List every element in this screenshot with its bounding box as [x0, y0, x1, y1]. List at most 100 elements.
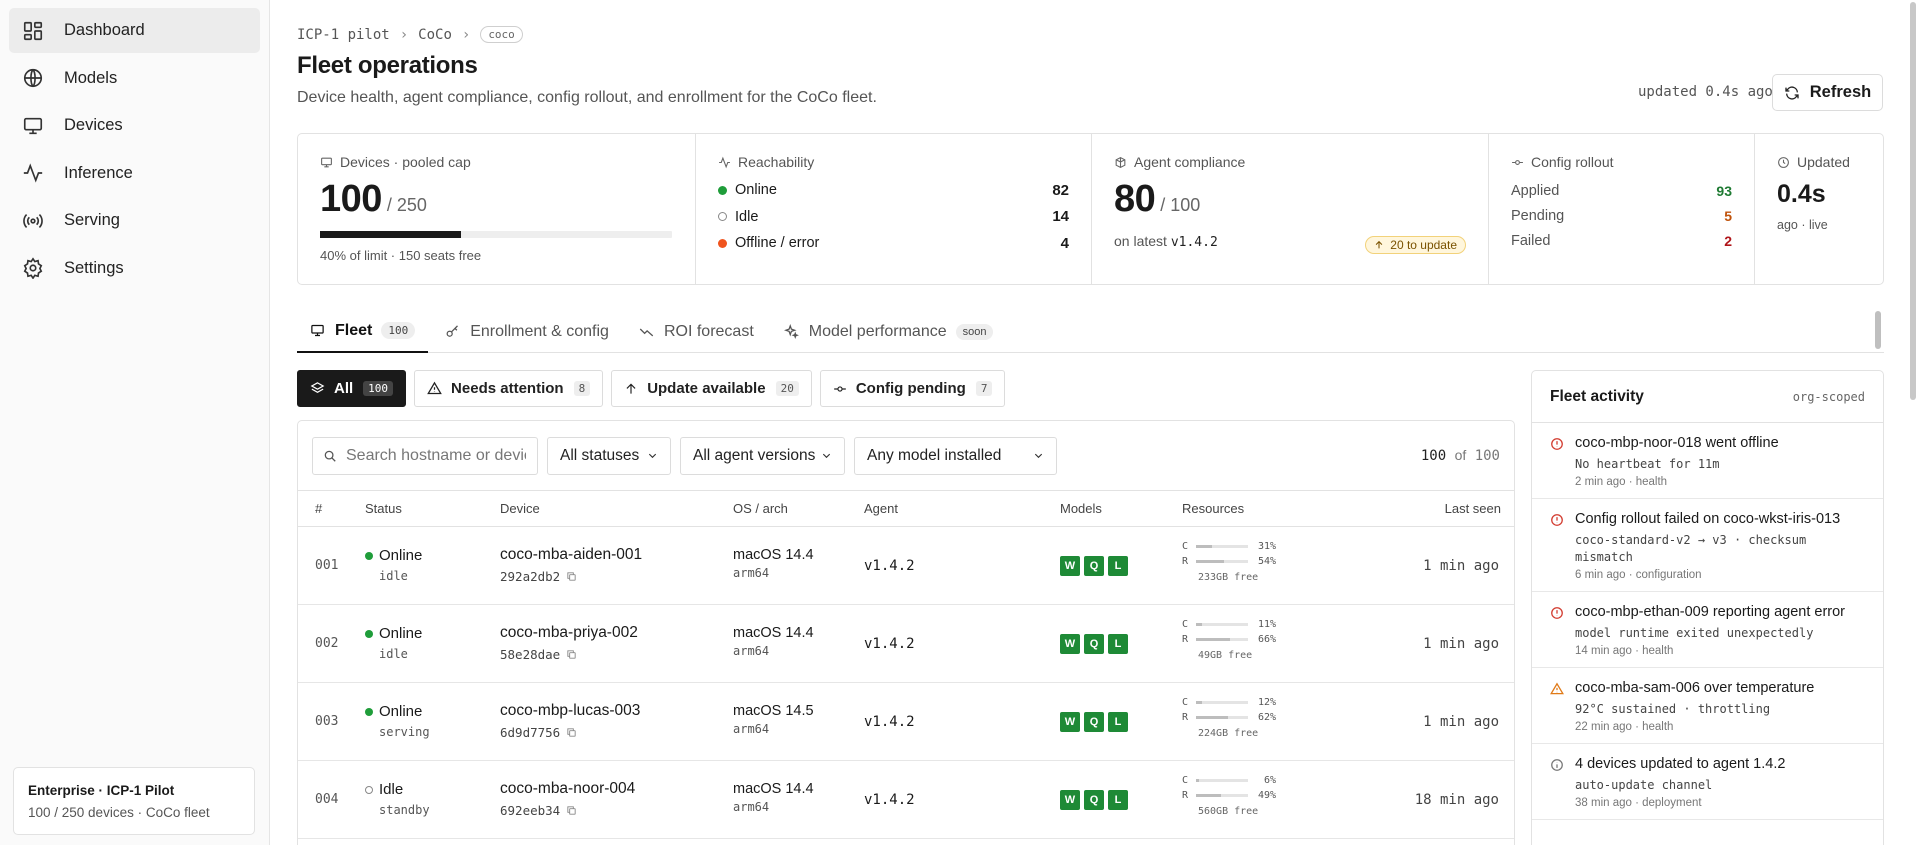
column-header-os[interactable]: OS / arch: [733, 501, 788, 516]
status-dot: [718, 185, 727, 195]
model-badge[interactable]: L: [1108, 712, 1128, 732]
reachability-row-offline: Offline / error 4: [718, 230, 1069, 257]
sidebar-item-dashboard[interactable]: Dashboard: [9, 8, 260, 53]
row-status: Online serving: [365, 703, 430, 739]
activity-meta: 2 min ago · health: [1575, 476, 1668, 488]
model-badge[interactable]: Q: [1084, 556, 1104, 576]
key-icon: [446, 325, 459, 337]
table-row[interactable]: 004 Idle standby coco-mba-noor-004 692ee…: [298, 761, 1514, 839]
column-header-device[interactable]: Device: [500, 501, 540, 516]
activity-item[interactable]: 4 devices updated to agent 1.4.2 auto-up…: [1532, 744, 1883, 820]
status-dot: [718, 238, 727, 248]
refresh-icon: [1785, 85, 1799, 100]
stat-devices-label: Devices · pooled cap: [340, 154, 471, 170]
sidebar-item-inference[interactable]: Inference: [9, 151, 260, 196]
alert-circle-icon: [1551, 438, 1563, 450]
filter-needs-attention[interactable]: Needs attention 8: [414, 370, 604, 407]
sidebar-item-label: Dashboard: [64, 21, 145, 39]
model-select[interactable]: Any model installed: [854, 436, 1057, 475]
update-count-badge[interactable]: 20 to update: [1365, 236, 1466, 254]
stat-devices-cap: / 250: [386, 195, 427, 215]
model-badge[interactable]: L: [1108, 790, 1128, 810]
ram-bar-fill: [1196, 638, 1231, 641]
device-hostname[interactable]: coco-mba-noor-004: [500, 780, 635, 798]
activity-item[interactable]: coco-mbp-ethan-009 reporting agent error…: [1532, 592, 1883, 668]
stat-reachability: Reachability Online 82 Idle 14 Offline /…: [696, 134, 1092, 284]
filter-config-pending[interactable]: Config pending 7: [819, 370, 1006, 407]
tab-roi-forecast[interactable]: ROI forecast: [626, 310, 767, 353]
sidebar-item-models[interactable]: Models: [9, 56, 260, 101]
activity-icon: [1550, 758, 1564, 809]
activity-item[interactable]: Config rollout failed on coco-wkst-iris-…: [1532, 499, 1883, 592]
copy-icon[interactable]: [566, 805, 577, 816]
sidebar-item-settings[interactable]: Settings: [9, 246, 260, 291]
reachability-label: Offline / error: [735, 235, 820, 252]
filter-count: 8: [573, 381, 591, 396]
column-header-status[interactable]: Status: [365, 501, 402, 516]
model-badge[interactable]: Q: [1084, 634, 1104, 654]
filter-bar: All 100 Needs attention 8 Update availab…: [297, 370, 1006, 407]
model-badge[interactable]: W: [1060, 634, 1080, 654]
device-id: 292a2db2: [500, 569, 561, 584]
reachability-list: Online 82 Idle 14 Offline / error 4: [718, 177, 1069, 257]
search-box: [312, 436, 538, 475]
sidebar-item-devices[interactable]: Devices: [9, 103, 260, 148]
status-select[interactable]: All statuses: [547, 436, 671, 475]
cpu-bar-fill: [1196, 623, 1202, 626]
model-badge[interactable]: W: [1060, 712, 1080, 732]
cpu-bar-fill: [1196, 779, 1200, 782]
model-badge[interactable]: Q: [1084, 790, 1104, 810]
copy-icon[interactable]: [566, 727, 577, 738]
column-header-models[interactable]: Models: [1060, 501, 1102, 516]
stat-rollout-label: Config rollout: [1531, 154, 1614, 170]
filter-update-available[interactable]: Update available 20: [611, 370, 812, 407]
device-hostname[interactable]: coco-mba-priya-002: [500, 624, 638, 642]
arrow-up-icon: [626, 383, 636, 394]
cpu-usage: C 31%: [1182, 539, 1276, 554]
reachability-row-idle: Idle 14: [718, 204, 1069, 231]
os-version: macOS 14.4: [733, 625, 814, 641]
copy-icon[interactable]: [566, 649, 577, 660]
page-scrollbar[interactable]: [1908, 0, 1918, 845]
info-icon: [1551, 759, 1563, 771]
model-badge[interactable]: Q: [1084, 712, 1104, 732]
table-row[interactable]: 002 Online idle coco-mba-priya-002 58e28…: [298, 605, 1514, 683]
stat-updated: Updated 0.4s ago · live: [1755, 134, 1883, 284]
model-badge[interactable]: W: [1060, 790, 1080, 810]
tab-model-performance[interactable]: Model performance soon: [771, 310, 1007, 353]
table-header: # Status Device OS / arch Agent Models R…: [298, 491, 1514, 527]
plan-card[interactable]: Enterprise · ICP-1 Pilot 100 / 250 devic…: [13, 767, 255, 835]
model-badge[interactable]: W: [1060, 556, 1080, 576]
column-header-agent[interactable]: Agent: [864, 501, 898, 516]
column-header-last-seen[interactable]: Last seen: [1445, 501, 1501, 516]
ram-bar: [1196, 794, 1248, 797]
page-scrollbar-thumb[interactable]: [1910, 2, 1916, 400]
sidebar-item-serving[interactable]: Serving: [9, 198, 260, 243]
search-input[interactable]: [346, 446, 526, 465]
copy-icon[interactable]: [566, 571, 577, 582]
stats-panel: Devices · pooled cap 100 / 250 40% of li…: [297, 133, 1884, 285]
row-os: macOS 14.4 arm64: [733, 625, 814, 658]
model-badge[interactable]: L: [1108, 556, 1128, 576]
device-id-line: 6d9d7756: [500, 725, 640, 740]
agent-version-select[interactable]: All agent versions: [680, 436, 845, 475]
row-number: 002: [315, 636, 339, 651]
tabs-scrollbar[interactable]: [1875, 311, 1881, 349]
column-header-num[interactable]: #: [315, 501, 322, 516]
tab-enrollment-config[interactable]: Enrollment & config: [432, 310, 622, 353]
column-header-resources[interactable]: Resources: [1182, 501, 1244, 516]
breadcrumb-fleet[interactable]: CoCo: [418, 27, 452, 43]
activity-item[interactable]: coco-mbp-noor-018 went offline No heartb…: [1532, 423, 1883, 499]
tab-fleet[interactable]: Fleet 100: [297, 310, 429, 353]
model-badge[interactable]: L: [1108, 634, 1128, 654]
table-row[interactable]: 001 Online idle coco-mba-aiden-001 292a2…: [298, 527, 1514, 605]
activity-item[interactable]: coco-mba-sam-006 over temperature 92°C s…: [1532, 668, 1883, 744]
clock-icon: [1778, 156, 1789, 168]
filter-all[interactable]: All 100: [297, 370, 407, 407]
alert-circle-icon: [1551, 607, 1563, 619]
table-row[interactable]: 003 Online serving coco-mbp-lucas-003 6d…: [298, 683, 1514, 761]
device-hostname[interactable]: coco-mbp-lucas-003: [500, 702, 640, 720]
breadcrumb-org[interactable]: ICP-1 pilot: [297, 27, 390, 43]
refresh-button[interactable]: Refresh: [1772, 74, 1883, 111]
device-hostname[interactable]: coco-mba-aiden-001: [500, 546, 642, 564]
